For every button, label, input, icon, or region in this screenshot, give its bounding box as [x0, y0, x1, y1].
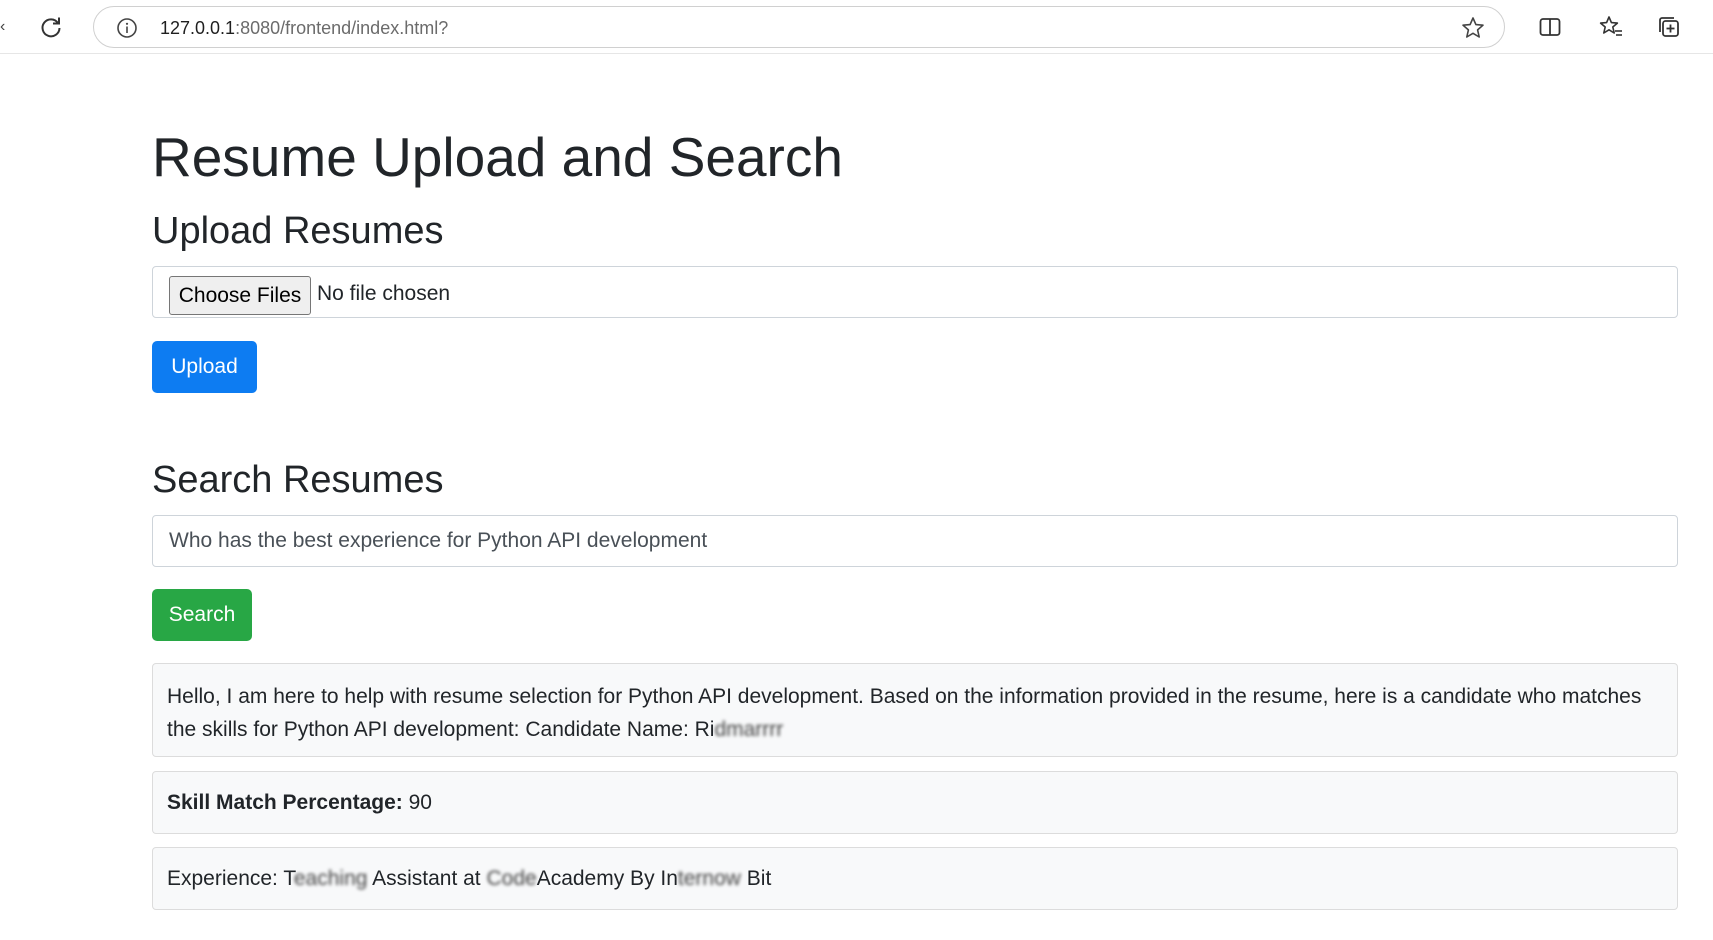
upload-heading: Upload Resumes — [152, 210, 444, 252]
experience-org: Academy By In — [536, 867, 678, 890]
result-summary: Hello, I am here to help with resume sel… — [152, 663, 1678, 757]
url-text: 127.0.0.1:8080/frontend/index.html? — [160, 17, 448, 39]
info-icon[interactable] — [116, 17, 138, 39]
experience-mid: Assistant at — [367, 867, 487, 890]
experience-prefix: Experience: T — [167, 867, 294, 890]
back-icon[interactable]: ‹ — [0, 18, 6, 36]
redacted-org-2: ternow — [677, 867, 741, 890]
skill-match-value: 90 — [408, 791, 432, 814]
result-summary-text: Hello, I am here to help with resume sel… — [167, 685, 1642, 741]
reload-icon[interactable] — [38, 14, 64, 40]
redacted-org: Code — [486, 867, 537, 890]
redacted-candidate-name: dmarrrr — [714, 718, 784, 741]
browser-toolbar: ‹ 127.0.0.1:8080/frontend/index.html? — [0, 0, 1713, 54]
address-bar[interactable]: 127.0.0.1:8080/frontend/index.html? — [93, 6, 1505, 48]
skill-match-label: Skill Match Percentage: — [167, 791, 403, 814]
url-host: 127.0.0.1 — [160, 18, 236, 38]
collections-icon[interactable] — [1656, 14, 1682, 40]
search-input[interactable]: Who has the best experience for Python A… — [152, 515, 1678, 567]
url-path: :8080/frontend/index.html? — [235, 18, 449, 38]
page-title: Resume Upload and Search — [152, 126, 843, 188]
result-experience: Experience: Teaching Assistant at CodeAc… — [152, 847, 1678, 910]
redacted-role: eaching — [293, 867, 368, 890]
result-skill-match: Skill Match Percentage: 90 — [152, 771, 1678, 834]
file-status-text: No file chosen — [317, 282, 451, 305]
favorites-icon[interactable] — [1598, 14, 1624, 40]
experience-suffix: Bit — [740, 867, 772, 890]
file-input[interactable]: Choose Files No file chosen — [152, 266, 1678, 318]
upload-button[interactable]: Upload — [152, 341, 257, 393]
star-icon[interactable] — [1460, 15, 1486, 41]
search-heading: Search Resumes — [152, 459, 444, 501]
search-button[interactable]: Search — [152, 589, 252, 641]
split-view-icon[interactable] — [1537, 14, 1563, 40]
choose-files-button[interactable]: Choose Files — [169, 276, 311, 315]
